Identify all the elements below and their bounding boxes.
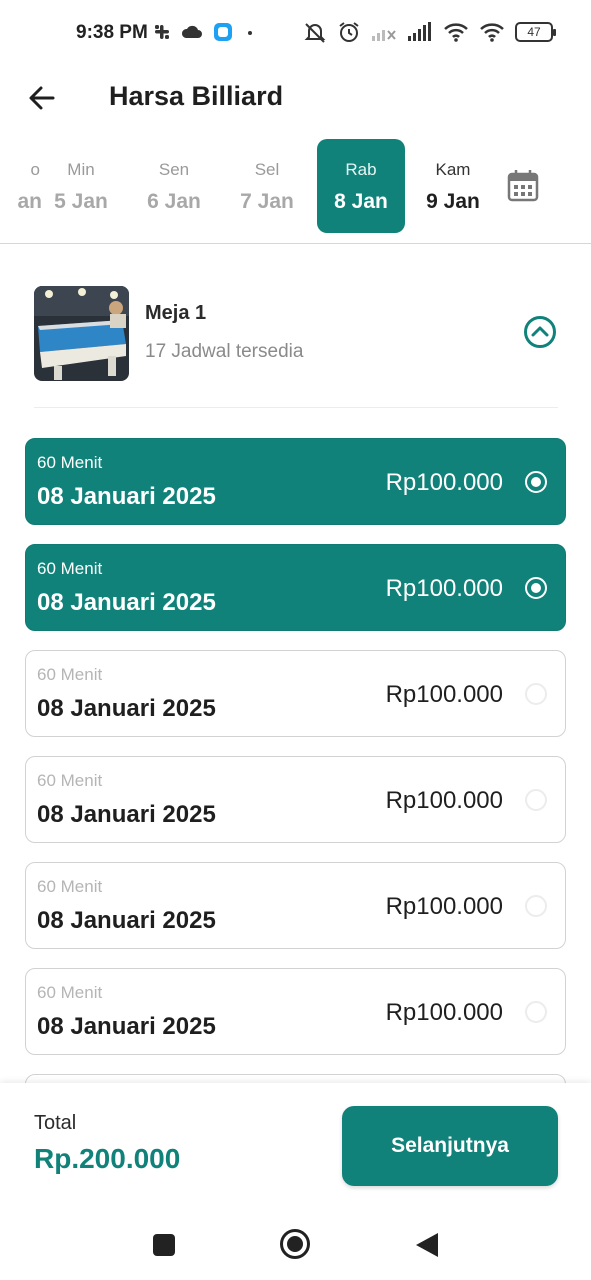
status-right-icons: 47 bbox=[303, 20, 556, 44]
date-dm: 9 Jan bbox=[426, 190, 480, 213]
date-dm: 7 Jan bbox=[240, 190, 294, 213]
date-item-8-jan[interactable]: Rab 8 Jan bbox=[317, 139, 405, 233]
slot-duration: 60 Menit bbox=[37, 453, 103, 472]
schedule-count: 17 Jadwal tersedia bbox=[145, 341, 304, 362]
date-dow: Sel bbox=[254, 160, 280, 179]
slot-duration: 60 Menit bbox=[37, 877, 103, 896]
collapse-button[interactable] bbox=[523, 315, 557, 349]
next-button[interactable]: Selanjutnya bbox=[342, 1106, 558, 1186]
slot-item[interactable]: 60 Menit 08 Januari 2025 Rp100.000 bbox=[25, 756, 566, 843]
date-dow: Min bbox=[67, 160, 95, 179]
status-time: 9:38 PM bbox=[76, 22, 148, 43]
slot-date: 08 Januari 2025 bbox=[37, 695, 216, 722]
status-left-icons bbox=[153, 22, 257, 42]
slot-duration: 60 Menit bbox=[37, 771, 103, 790]
date-selector: o an Min 5 Jan Sen 6 Jan Sel 7 Jan Rab 8… bbox=[0, 136, 591, 244]
date-dow: Rab bbox=[345, 160, 377, 179]
date-item-7-jan[interactable]: Sel 7 Jan bbox=[223, 139, 311, 233]
slot-radio[interactable] bbox=[525, 471, 547, 493]
table-thumbnail bbox=[34, 286, 129, 381]
date-dm: 8 Jan bbox=[334, 190, 388, 213]
slot-item[interactable]: 60 Menit 08 Januari 2025 Rp100.000 bbox=[25, 438, 566, 525]
signal-icon bbox=[372, 30, 396, 41]
wifi-icon bbox=[480, 23, 504, 42]
date-item-5-jan[interactable]: Min 5 Jan bbox=[37, 139, 125, 233]
signal-icon bbox=[408, 22, 431, 41]
recents-button[interactable] bbox=[152, 1233, 176, 1262]
slot-date: 08 Januari 2025 bbox=[37, 589, 216, 616]
slot-price: Rp100.000 bbox=[385, 893, 503, 920]
slot-radio[interactable] bbox=[525, 789, 547, 811]
page-title: Harsa Billiard bbox=[109, 81, 284, 111]
slot-price: Rp100.000 bbox=[385, 575, 503, 602]
table-name: Meja 1 bbox=[145, 302, 207, 324]
date-dow: Kam bbox=[435, 160, 471, 179]
arrow-left-icon bbox=[29, 86, 55, 110]
checkout-bar: Total Rp.200.000 Selanjutnya bbox=[0, 1083, 591, 1208]
slot-date: 08 Januari 2025 bbox=[37, 483, 216, 510]
app-bar: Harsa Billiard bbox=[0, 66, 591, 132]
slot-duration: 60 Menit bbox=[37, 559, 103, 578]
calendar-button[interactable] bbox=[503, 166, 543, 206]
date-dm: 5 Jan bbox=[54, 190, 108, 213]
table-card[interactable]: Meja 1 17 Jadwal tersedia bbox=[34, 284, 558, 408]
slot-item[interactable]: 60 Menit 08 Januari 2025 Rp100.000 bbox=[25, 862, 566, 949]
status-bar: 9:38 PM 47 bbox=[0, 0, 591, 66]
calendar-icon bbox=[507, 170, 539, 202]
wifi-icon bbox=[444, 23, 468, 42]
slot-date: 08 Januari 2025 bbox=[37, 801, 216, 828]
date-dow: Sen bbox=[158, 160, 190, 179]
back-button[interactable] bbox=[22, 78, 62, 118]
slot-radio[interactable] bbox=[525, 683, 547, 705]
date-item-6-jan[interactable]: Sen 6 Jan bbox=[130, 139, 218, 233]
slot-date: 08 Januari 2025 bbox=[37, 907, 216, 934]
home-button[interactable] bbox=[279, 1228, 311, 1265]
slot-item[interactable]: 60 Menit 08 Januari 2025 Rp100.000 bbox=[25, 544, 566, 631]
recents-square-icon bbox=[153, 1234, 175, 1256]
alarm-icon bbox=[339, 22, 359, 42]
slot-duration: 60 Menit bbox=[37, 983, 103, 1002]
slot-price: Rp100.000 bbox=[385, 787, 503, 814]
date-dm: 6 Jan bbox=[147, 190, 201, 213]
total-label: Total bbox=[34, 1112, 77, 1134]
slot-item[interactable]: 60 Menit 08 Januari 2025 Rp100.000 bbox=[25, 968, 566, 1055]
slot-date: 08 Januari 2025 bbox=[37, 1013, 216, 1040]
date-item-9-jan[interactable]: Kam 9 Jan bbox=[409, 139, 497, 233]
slot-radio[interactable] bbox=[525, 577, 547, 599]
cloud-icon bbox=[181, 25, 202, 38]
home-circle-icon bbox=[280, 1229, 310, 1259]
battery-icon: 47 bbox=[515, 22, 556, 42]
slot-radio[interactable] bbox=[525, 895, 547, 917]
slot-price: Rp100.000 bbox=[385, 469, 503, 496]
slot-price: Rp100.000 bbox=[385, 681, 503, 708]
slot-list: 60 Menit 08 Januari 2025 Rp100.000 60 Me… bbox=[25, 438, 566, 1114]
mute-icon bbox=[304, 23, 326, 43]
dot-icon bbox=[248, 31, 252, 35]
slot-price: Rp100.000 bbox=[385, 999, 503, 1026]
slot-item[interactable]: 60 Menit 08 Januari 2025 Rp100.000 bbox=[25, 650, 566, 737]
slack-icon bbox=[155, 25, 169, 39]
system-nav-bar bbox=[0, 1208, 591, 1280]
total-value: Rp.200.000 bbox=[34, 1143, 181, 1174]
chevron-up-circle-icon bbox=[524, 316, 556, 348]
slot-radio[interactable] bbox=[525, 1001, 547, 1023]
nav-back-button[interactable] bbox=[414, 1231, 440, 1264]
app-notification-icon bbox=[214, 23, 232, 41]
slot-duration: 60 Menit bbox=[37, 665, 103, 684]
back-triangle-icon bbox=[416, 1233, 438, 1257]
